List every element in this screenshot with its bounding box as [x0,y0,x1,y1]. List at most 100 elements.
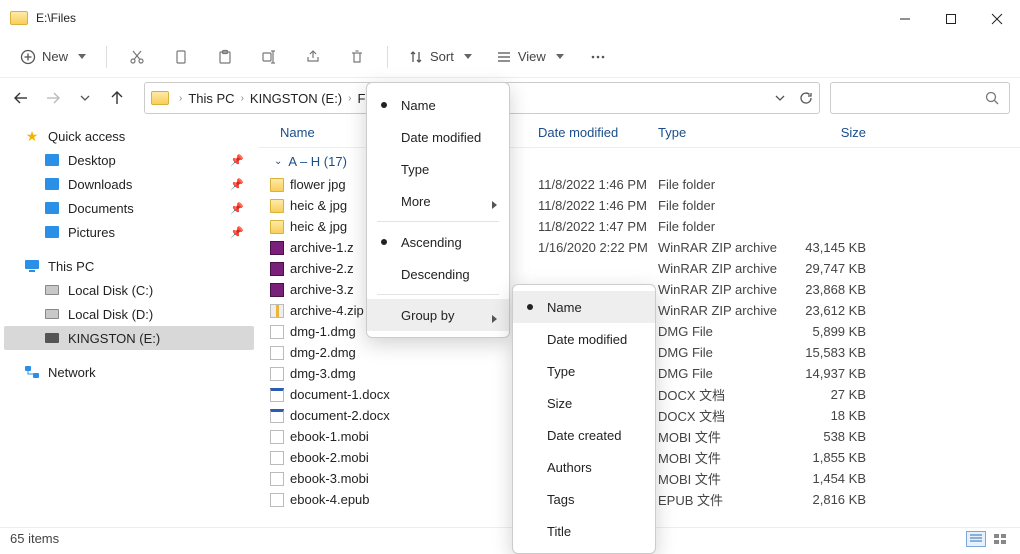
chevron-right-icon[interactable]: › [177,93,184,104]
file-size: 23,868 KB [778,282,878,297]
pin-icon: 📌 [230,202,244,215]
menu-item[interactable]: Ascending [367,226,509,258]
drive-icon [44,283,60,297]
file-type: File folder [658,219,778,234]
chevron-right-icon[interactable]: › [239,93,246,104]
drive-icon [44,331,60,345]
forward-button[interactable] [42,87,64,109]
menu-label: Date modified [547,332,627,347]
close-button[interactable] [974,4,1020,34]
menu-item[interactable]: Date modified [513,323,655,355]
menu-item[interactable]: Tags [513,483,655,515]
menu-label: Descending [401,267,470,282]
new-button[interactable]: New [10,40,96,74]
sort-label: Sort [430,49,454,64]
new-label: New [42,49,68,64]
menu-item[interactable]: Group by [367,299,509,331]
paste-button[interactable] [205,40,245,74]
folder-icon [151,91,169,105]
menu-item[interactable]: Date modified [367,121,509,153]
menu-label: Name [547,300,582,315]
file-name: ebook-4.epub [290,492,538,507]
sidebar-item[interactable]: Pictures📌 [4,220,254,244]
sidebar-network[interactable]: Network [4,360,254,384]
sidebar-drive[interactable]: Local Disk (C:) [4,278,254,302]
maximize-button[interactable] [928,4,974,34]
sidebar-item[interactable]: Downloads📌 [4,172,254,196]
sidebar-drive[interactable]: Local Disk (D:) [4,302,254,326]
sidebar-item[interactable]: Desktop📌 [4,148,254,172]
menu-item[interactable]: Type [513,355,655,387]
folder-icon [270,199,284,213]
rar-icon [270,262,284,276]
minimize-button[interactable] [882,4,928,34]
cut-button[interactable] [117,40,157,74]
recent-button[interactable] [74,87,96,109]
col-size[interactable]: Size [778,125,878,140]
folder-icon [44,177,60,191]
col-type[interactable]: Type [658,125,778,140]
sort-button[interactable]: Sort [398,40,482,74]
network-icon [24,365,40,379]
back-button[interactable] [10,87,32,109]
search-input[interactable] [830,82,1010,114]
chevron-down-icon[interactable] [775,93,785,103]
menu-label: Authors [547,460,592,475]
details-view-icon[interactable] [966,531,986,547]
menu-item[interactable]: More [367,185,509,217]
label: Local Disk (C:) [68,283,153,298]
drive-icon [44,307,60,321]
sidebar-quick-access[interactable]: ★Quick access [4,124,254,148]
sidebar-drive[interactable]: KINGSTON (E:) [4,326,254,350]
titlebar: E:\Files [0,0,1020,36]
toolbar: New Sort View [0,36,1020,78]
sort-menu: NameDate modifiedTypeMore Ascending Descen… [366,82,510,338]
menu-item[interactable]: Authors [513,451,655,483]
menu-label: Size [547,396,572,411]
folder-icon [270,178,284,192]
menu-item[interactable]: Descending [367,258,509,290]
file-type: DMG File [658,366,778,381]
sidebar-this-pc[interactable]: This PC [4,254,254,278]
rename-button[interactable] [249,40,289,74]
file-type: MOBI 文件 [658,427,778,446]
col-date[interactable]: Date modified [538,125,658,140]
menu-item[interactable]: Name [513,291,655,323]
file-name: ebook-1.mobi [290,429,538,444]
file-date: 11/8/2022 1:46 PM [538,177,658,192]
menu-item[interactable]: Title [513,515,655,547]
dmg-icon [270,325,284,339]
folder-icon [44,201,60,215]
chevron-down-icon: ⌄ [274,156,282,167]
pin-icon: 📌 [230,178,244,191]
label: Desktop [68,153,116,168]
menu-item[interactable]: Size [513,387,655,419]
menu-item[interactable]: Type [367,153,509,185]
file-name: dmg-2.dmg [290,345,538,360]
file-size: 1,855 KB [778,450,878,465]
refresh-icon[interactable] [799,91,813,105]
star-icon: ★ [24,129,40,143]
doc-icon [270,388,284,402]
thumbnails-view-icon[interactable] [990,531,1010,547]
chevron-right-icon[interactable]: › [346,93,353,104]
copy-button[interactable] [161,40,201,74]
menu-item[interactable]: Name [367,89,509,121]
delete-button[interactable] [337,40,377,74]
share-button[interactable] [293,40,333,74]
crumb-this-pc[interactable]: This PC [184,91,238,106]
file-type: MOBI 文件 [658,448,778,467]
bullet-icon [381,239,387,245]
crumb-drive[interactable]: KINGSTON (E:) [246,91,346,106]
sidebar-item[interactable]: Documents📌 [4,196,254,220]
bullet-icon [381,102,387,108]
more-button[interactable] [578,40,618,74]
file-name: ebook-3.mobi [290,471,538,486]
rar-icon [270,283,284,297]
file-type: DOCX 文档 [658,406,778,425]
view-button[interactable]: View [486,40,574,74]
up-button[interactable] [106,87,128,109]
menu-item[interactable]: Date created [513,419,655,451]
label: KINGSTON (E:) [68,331,160,346]
mobi-icon [270,472,284,486]
